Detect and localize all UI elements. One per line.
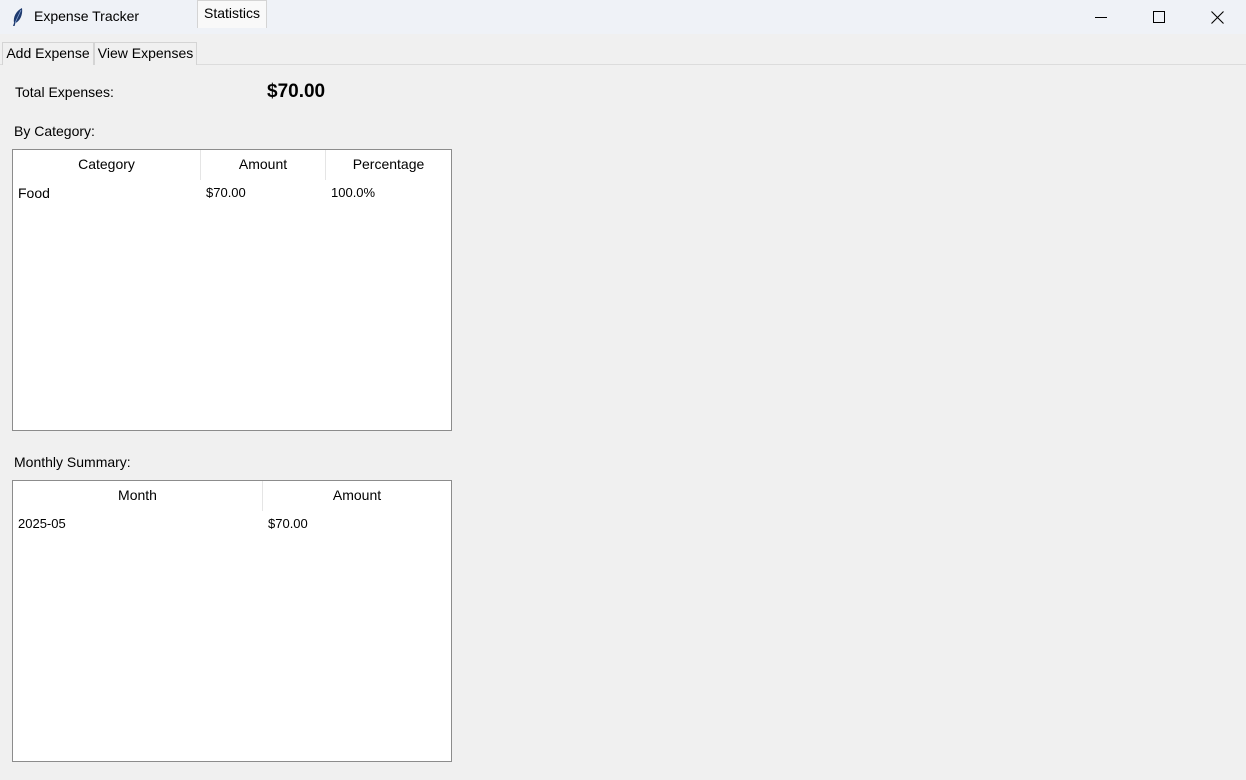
column-header-amount[interactable]: Amount	[263, 481, 451, 511]
category-table[interactable]: Category Amount Percentage Food $70.00 1…	[12, 149, 452, 431]
cell-amount: $70.00	[268, 516, 308, 531]
table-row[interactable]: Food $70.00 100.0%	[13, 181, 451, 205]
table-row[interactable]: 2025-05 $70.00	[13, 512, 451, 536]
close-icon	[1210, 10, 1224, 24]
column-header-month[interactable]: Month	[13, 481, 263, 511]
column-header-percentage[interactable]: Percentage	[326, 150, 451, 180]
monthly-summary-label: Monthly Summary:	[14, 454, 131, 470]
feather-icon	[10, 7, 26, 27]
column-header-amount[interactable]: Amount	[201, 150, 326, 180]
column-header-category[interactable]: Category	[13, 150, 201, 180]
notebook-tabs: Add Expense View Expenses	[0, 38, 1246, 65]
tab-add-expense[interactable]: Add Expense	[2, 42, 94, 65]
monthly-table-header: Month Amount	[13, 481, 451, 511]
total-expenses-label: Total Expenses:	[15, 84, 114, 100]
tab-statistics[interactable]: Statistics	[197, 0, 267, 28]
cell-category: Food	[18, 185, 50, 201]
maximize-button[interactable]	[1130, 0, 1188, 34]
close-button[interactable]	[1188, 0, 1246, 34]
window-title: Expense Tracker	[34, 8, 140, 24]
maximize-icon	[1153, 11, 1165, 23]
monthly-table[interactable]: Month Amount 2025-05 $70.00	[12, 480, 452, 762]
by-category-label: By Category:	[14, 123, 95, 139]
cell-amount: $70.00	[206, 185, 246, 200]
cell-month: 2025-05	[18, 516, 66, 531]
title-bar: Expense Tracker	[0, 0, 1246, 34]
category-table-header: Category Amount Percentage	[13, 150, 451, 180]
minimize-button[interactable]	[1072, 0, 1130, 34]
tab-view-expenses[interactable]: View Expenses	[94, 42, 197, 65]
cell-percentage: 100.0%	[331, 185, 376, 200]
minimize-icon	[1095, 11, 1107, 23]
total-expenses-value: $70.00	[267, 81, 326, 102]
